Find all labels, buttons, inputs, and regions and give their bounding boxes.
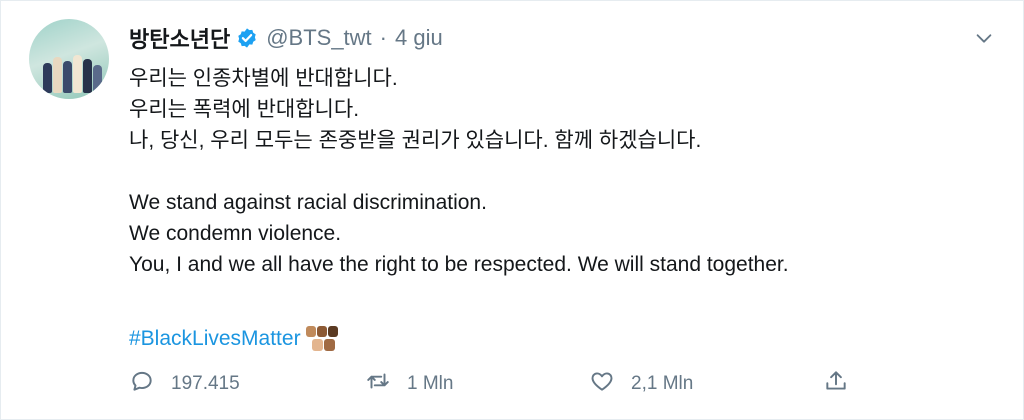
avatar-figure [83,59,92,93]
tweet-text-line: You, I and we all have the right to be r… [129,253,789,276]
reply-icon [129,368,155,400]
tweet-header: 방탄소년단 @BTS_twt · 4 giu [129,23,443,53]
tweet-card[interactable]: 방탄소년단 @BTS_twt · 4 giu 우리는 인종차별에 반대합니다. … [0,0,1024,420]
avatar-figure [53,57,62,93]
tweet-text-line: We condemn violence. [129,222,342,245]
share-button[interactable] [823,367,849,401]
tweet-text-line: 우리는 인종차별에 반대합니다. [129,67,398,90]
hashtag-row: #BlackLivesMatter [129,322,339,356]
reply-count: 197.415 [171,373,240,394]
reply-button[interactable]: 197.415 [129,367,240,401]
avatar-figure [93,65,102,93]
tweet-text-line: 우리는 폭력에 반대합니다. [129,98,360,121]
share-icon [823,368,849,400]
avatar-figure [73,55,82,93]
hashtag-link[interactable]: #BlackLivesMatter [129,327,301,351]
header-separator: · [379,25,387,50]
tweet-actions: 197.415 1 Mln 2,1 Mln [129,367,869,401]
tweet-text-line: We stand against racial discrimination. [129,191,487,214]
retweet-count: 1 Mln [407,373,454,394]
like-count: 2,1 Mln [631,373,694,394]
chevron-down-icon[interactable] [973,27,995,49]
retweet-button[interactable]: 1 Mln [365,367,453,401]
profile-avatar[interactable] [29,19,109,99]
like-button[interactable]: 2,1 Mln [589,367,693,401]
retweet-icon [365,368,391,400]
tweet-text-line: 나, 당신, 우리 모두는 존중받을 권리가 있습니다. 함께 하겠습니다. [129,129,702,152]
tweet-timestamp[interactable]: 4 giu [395,25,443,51]
user-handle[interactable]: @BTS_twt [266,25,371,51]
avatar-figure [63,61,72,93]
heart-icon [589,368,615,400]
tweet-text: 우리는 인종차별에 반대합니다. 우리는 폭력에 반대합니다. 나, 당신, 우… [129,63,1009,280]
verified-badge-icon [236,27,258,49]
display-name[interactable]: 방탄소년단 [129,22,230,54]
raised-fist-emoji-icon [305,324,339,354]
avatar-figure [43,63,52,93]
